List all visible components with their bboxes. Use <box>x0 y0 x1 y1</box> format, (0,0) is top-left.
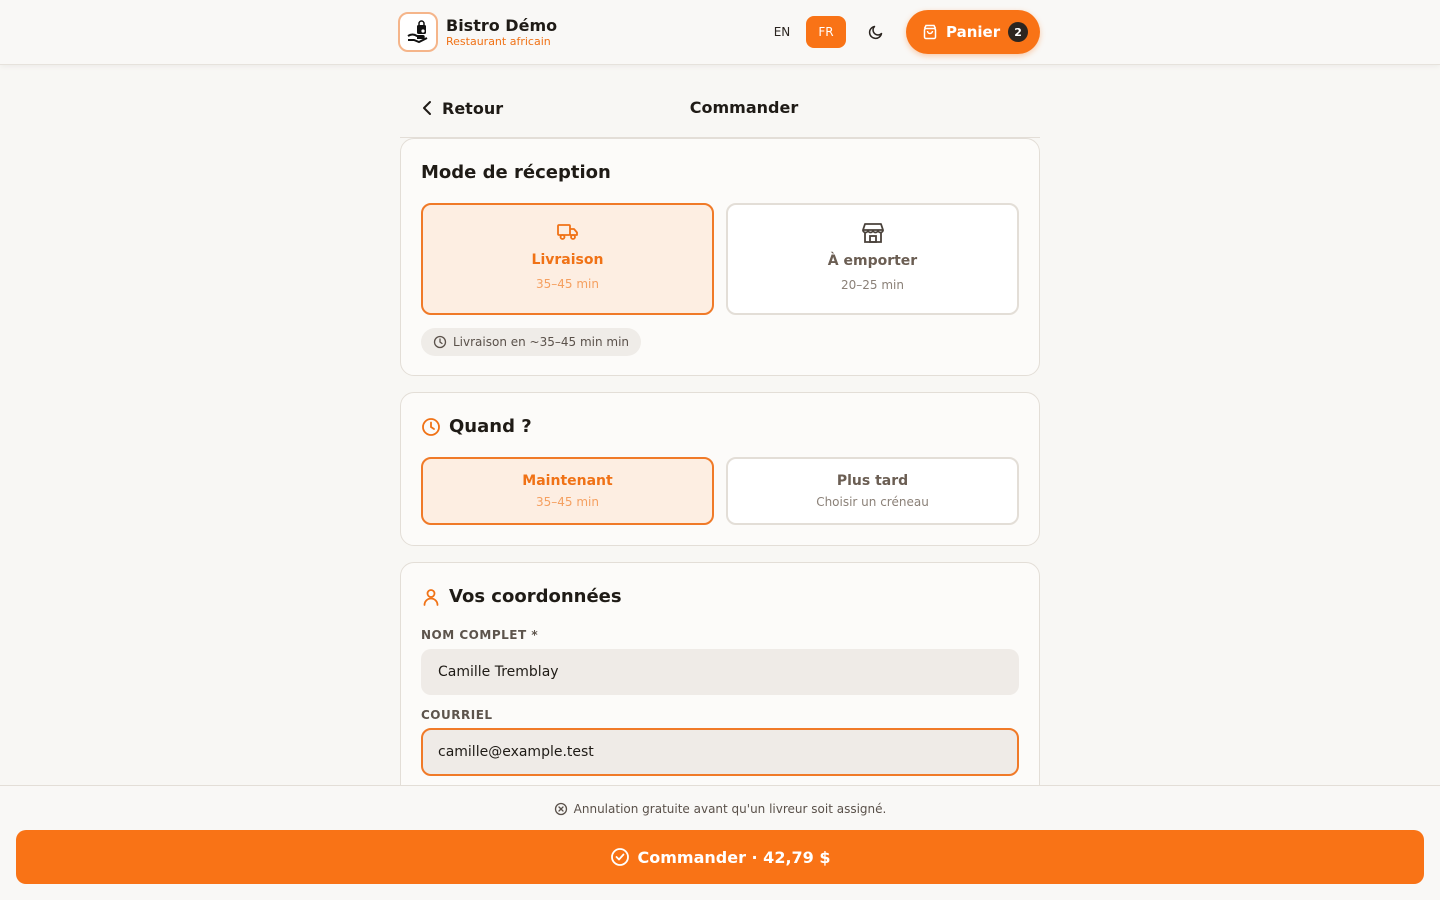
cancellation-notice-text: Annulation gratuite avant qu'un livreur … <box>573 802 887 816</box>
option-now-sub: 35–45 min <box>536 495 599 509</box>
option-later-label: Plus tard <box>836 473 909 489</box>
x-circle-icon <box>554 802 567 816</box>
shopping-bag-icon <box>923 24 937 40</box>
full-name-value: Camille Tremblay <box>438 664 559 680</box>
page-title: Commander <box>689 98 799 117</box>
place-order-label: Commander · 42,79 $ <box>637 847 831 867</box>
full-name-label: NOM COMPLET * <box>421 628 539 642</box>
contact-title: Vos coordonnées <box>449 586 622 607</box>
cart-label: Panier <box>946 23 1001 41</box>
option-delivery-time: 35–45 min <box>536 277 599 291</box>
truck-icon <box>423 222 712 246</box>
app-header: Bistro Démo Restaurant africain EN FR Pa… <box>0 0 1440 64</box>
reception-mode-card: Mode de réception Livraison 35–45 min À … <box>400 138 1040 376</box>
option-now[interactable]: Maintenant 35–45 min <box>421 457 714 525</box>
checkout-footer: Annulation gratuite avant qu'un livreur … <box>0 785 1440 900</box>
brand-name: Bistro Démo <box>446 15 558 35</box>
language-fr-button[interactable]: FR <box>806 16 846 48</box>
email-value: camille@example.test <box>438 744 594 760</box>
when-title: Quand ? <box>449 416 532 437</box>
option-delivery[interactable]: Livraison 35–45 min <box>421 203 714 315</box>
option-delivery-label: Livraison <box>531 252 604 268</box>
back-button[interactable]: Retour <box>420 96 503 120</box>
when-card: Quand ? Maintenant 35–45 min Plus tard C… <box>400 392 1040 546</box>
moon-icon <box>868 25 883 40</box>
email-input[interactable]: camille@example.test <box>421 728 1019 776</box>
email-label: COURRIEL <box>421 708 493 722</box>
cart-count-badge: 2 <box>1008 22 1029 42</box>
eta-badge: Livraison en ~35–45 min min <box>421 328 641 356</box>
option-takeaway[interactable]: À emporter 20–25 min <box>726 203 1019 315</box>
language-en-button[interactable]: EN <box>764 16 800 48</box>
place-order-button[interactable]: Commander · 42,79 $ <box>16 830 1424 884</box>
store-icon <box>728 222 1017 248</box>
dark-mode-toggle[interactable] <box>860 16 892 48</box>
clock-icon <box>433 335 447 349</box>
option-later-sub: Choisir un créneau <box>816 495 929 509</box>
option-now-label: Maintenant <box>522 473 613 489</box>
cancellation-notice: Annulation gratuite avant qu'un livreur … <box>0 802 1440 816</box>
logo-icon <box>398 12 438 52</box>
option-later[interactable]: Plus tard Choisir un créneau <box>726 457 1019 525</box>
clock-icon <box>422 417 440 436</box>
check-circle-icon <box>610 848 629 866</box>
brand-subtitle: Restaurant africain <box>446 34 551 48</box>
full-name-input[interactable]: Camille Tremblay <box>421 649 1019 695</box>
user-icon <box>423 588 439 606</box>
reception-mode-title: Mode de réception <box>421 162 611 183</box>
cart-button[interactable]: Panier 2 <box>906 10 1040 54</box>
option-takeaway-time: 20–25 min <box>841 278 904 292</box>
chevron-left-icon <box>423 101 431 115</box>
back-label: Retour <box>442 98 504 118</box>
eta-text: Livraison en ~35–45 min min <box>453 335 630 349</box>
option-takeaway-label: À emporter <box>827 253 918 269</box>
brand[interactable]: Bistro Démo Restaurant africain <box>398 12 557 52</box>
